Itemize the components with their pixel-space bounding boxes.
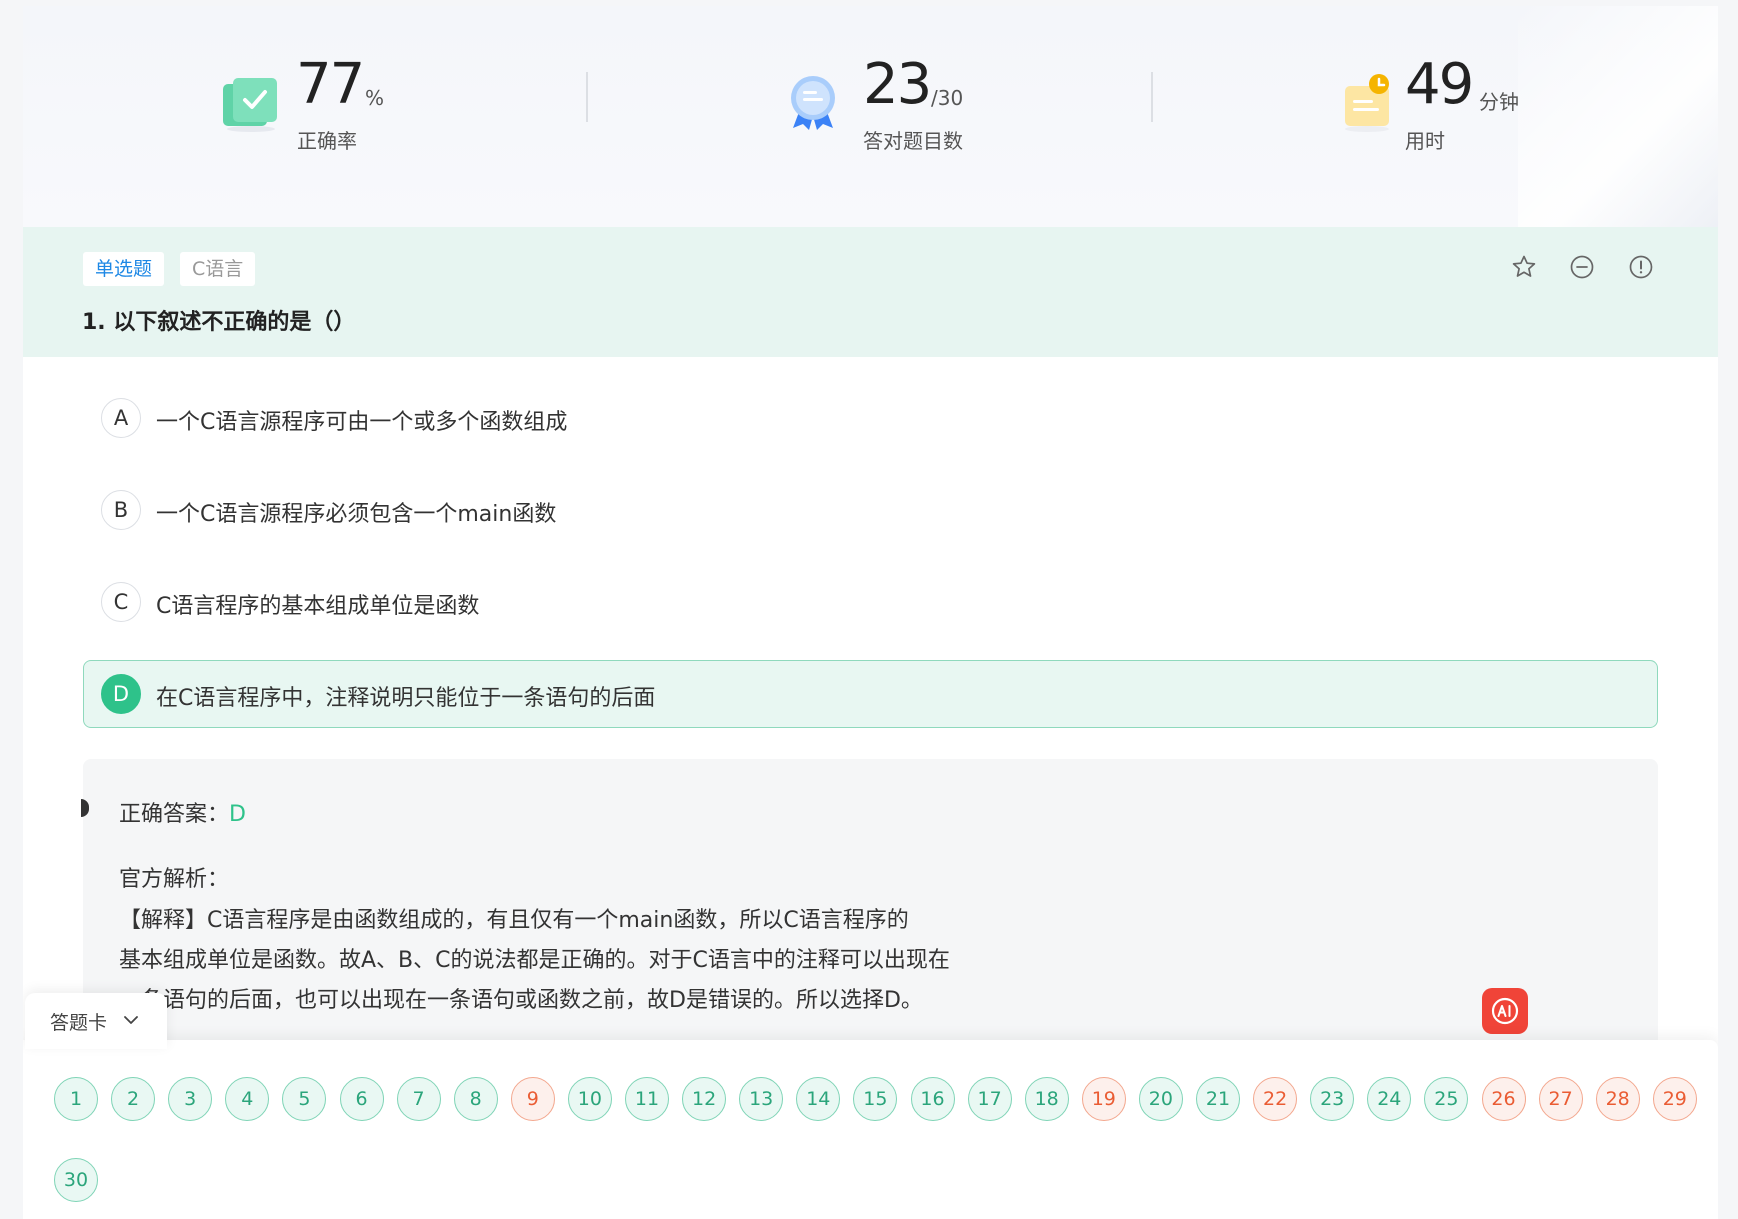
question-number-button[interactable]: 8	[453, 1077, 498, 1121]
option-c-letter: C	[101, 582, 141, 622]
option-d-letter: D	[101, 674, 141, 714]
correct-count-total: /30	[931, 86, 964, 110]
question-number-button[interactable]: 30	[54, 1158, 98, 1202]
stats-header: 77 % 正确率 23 /30 答对题目数 49 分钟 用时	[23, 6, 1718, 227]
accuracy-value: 77	[296, 52, 365, 117]
accuracy-stat: 77 % 正确率	[221, 46, 421, 156]
stat-divider	[1151, 72, 1153, 122]
correct-answer-label: 正确答案：	[119, 802, 230, 827]
time-unit: 分钟	[1479, 90, 1519, 114]
correct-count-stat: 23 /30 答对题目数	[783, 46, 1003, 156]
question-number-button[interactable]: 17	[967, 1077, 1012, 1121]
question-number-button[interactable]: 2	[111, 1077, 156, 1121]
time-label: 用时	[1405, 129, 1445, 153]
option-c[interactable]: C C语言程序的基本组成单位是函数	[83, 568, 1658, 636]
option-a-text: 一个C语言源程序可由一个或多个函数组成	[156, 410, 568, 435]
question-number-button[interactable]: 25	[1424, 1077, 1469, 1121]
question-number-button[interactable]: 28	[1595, 1077, 1640, 1121]
question-number-button[interactable]: 5	[282, 1077, 327, 1121]
ai-icon	[1491, 997, 1519, 1025]
question-number-button[interactable]: 13	[739, 1077, 784, 1121]
correct-count-label: 答对题目数	[863, 129, 963, 153]
accuracy-label: 正确率	[297, 129, 357, 153]
question-header: 单选题 C语言 1. 以下叙述不正确的是（）	[23, 227, 1718, 357]
stat-divider	[586, 72, 588, 122]
option-a-letter: A	[101, 398, 141, 438]
option-c-text: C语言程序的基本组成单位是函数	[156, 594, 480, 619]
question-number-button[interactable]: 29	[1652, 1077, 1697, 1121]
clock-note-icon	[1345, 74, 1389, 132]
question-number-button[interactable]: 22	[1253, 1077, 1298, 1121]
answer-card-panel: 1 2 3 4 5 6 7 8 9 10 11 12 13 14 15 16 17 18 19 20 21 22 23 24 2…	[23, 1040, 1718, 1219]
option-a[interactable]: A 一个C语言源程序可由一个或多个函数组成	[83, 384, 1658, 452]
question-number-button[interactable]: 19	[1081, 1077, 1126, 1121]
correct-count-value: 23	[863, 52, 932, 117]
check-card-icon	[223, 78, 277, 132]
question-number-button[interactable]: 11	[625, 1077, 669, 1121]
question-number-button[interactable]: 7	[396, 1077, 441, 1121]
minus-circle-icon[interactable]	[1569, 254, 1595, 280]
question-number-button[interactable]: 27	[1538, 1077, 1583, 1121]
explanation-line: 一条语句的后面，也可以出现在一条语句或函数之前，故D是错误的。所以选择D。	[119, 988, 923, 1013]
question-number-button[interactable]: 21	[1196, 1077, 1240, 1121]
question-number-button[interactable]: 12	[682, 1077, 727, 1121]
question-number-button[interactable]: 9	[510, 1077, 555, 1121]
answer-card-label: 答题卡	[50, 1012, 108, 1034]
correct-answer: 正确答案：D	[119, 796, 246, 828]
question-number-button[interactable]: 16	[910, 1077, 955, 1121]
question-number-button[interactable]: 4	[225, 1077, 270, 1121]
question-number-button[interactable]: 10	[567, 1077, 612, 1121]
explanation-label: 官方解析：	[119, 867, 230, 892]
subject-tag: C语言	[180, 252, 256, 286]
result-page: 77 % 正确率 23 /30 答对题目数 49 分钟 用时 单选题 C语言 1…	[23, 6, 1718, 1219]
exclamation-circle-icon[interactable]	[1628, 254, 1654, 280]
option-b-text: 一个C语言源程序必须包含一个main函数	[156, 502, 557, 527]
option-d-text: 在C语言程序中，注释说明只能位于一条语句的后面	[156, 686, 656, 711]
correct-answer-value: D	[229, 802, 246, 827]
question-number-button[interactable]: 18	[1024, 1077, 1069, 1121]
question-title: 1. 以下叙述不正确的是（）	[82, 310, 356, 335]
option-d[interactable]: D 在C语言程序中，注释说明只能位于一条语句的后面	[83, 660, 1658, 728]
chevron-down-icon	[124, 1016, 138, 1024]
explanation-line: 【解释】C语言程序是由函数组成的，有且仅有一个main函数，所以C语言程序的	[119, 908, 909, 933]
option-b[interactable]: B 一个C语言源程序必须包含一个main函数	[83, 476, 1658, 544]
time-value: 49	[1405, 52, 1474, 117]
question-number-button[interactable]: 15	[853, 1077, 898, 1121]
answer-marker	[81, 799, 89, 817]
medal-icon	[791, 76, 835, 130]
question-type-tag: 单选题	[83, 252, 165, 286]
option-b-letter: B	[101, 490, 141, 530]
question-number-button[interactable]: 20	[1138, 1077, 1183, 1121]
question-number-button[interactable]: 26	[1481, 1077, 1526, 1121]
question-number-button[interactable]: 1	[54, 1077, 98, 1121]
star-icon[interactable]	[1511, 254, 1537, 280]
question-number-button[interactable]: 6	[339, 1077, 384, 1121]
question-number-button[interactable]: 3	[168, 1077, 213, 1121]
explanation-line: 基本组成单位是函数。故A、B、C的说法都是正确的。对于C语言中的注释可以出现在	[119, 948, 950, 973]
question-number-button[interactable]: 24	[1367, 1077, 1412, 1121]
question-number-button[interactable]: 23	[1310, 1077, 1355, 1121]
answer-card-toggle[interactable]: 答题卡	[25, 993, 167, 1049]
accuracy-unit: %	[365, 86, 385, 110]
ai-assistant-button[interactable]	[1482, 988, 1528, 1034]
time-stat: 49 分钟 用时	[1339, 46, 1559, 156]
question-number-button[interactable]: 14	[796, 1077, 841, 1121]
